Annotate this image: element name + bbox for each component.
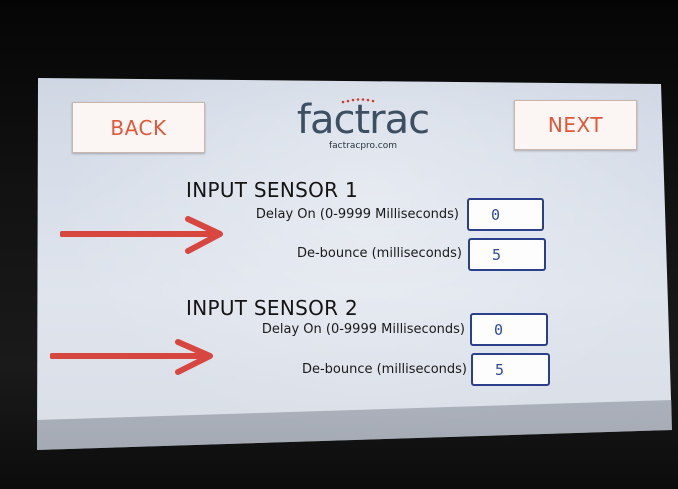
sensor-2-delay-input[interactable]: 0 bbox=[470, 313, 548, 346]
back-button-label: BACK bbox=[110, 115, 167, 140]
sensor-2-delay-label: Delay On (0-9999 Milliseconds) bbox=[261, 322, 465, 337]
sensor-2-delay-value: 0 bbox=[494, 320, 504, 339]
sensor-1-title: INPUT SENSOR 1 bbox=[186, 178, 359, 202]
logo-url: factracpro.com bbox=[329, 141, 397, 151]
sensor-1-delay-label: Delay On (0-9999 Milliseconds) bbox=[255, 207, 459, 222]
factrac-logo: factrac factracpro.com bbox=[288, 96, 438, 158]
next-button-label: NEXT bbox=[547, 113, 604, 137]
sensor-2-debounce-value: 5 bbox=[495, 360, 505, 379]
sensor-1-delay-input[interactable]: 0 bbox=[467, 198, 544, 231]
back-button[interactable]: BACK bbox=[72, 102, 205, 153]
sensor-1-debounce-input[interactable]: 5 bbox=[468, 238, 546, 271]
sensor-2-debounce-input[interactable]: 5 bbox=[471, 353, 550, 386]
right-arrow-icon bbox=[60, 216, 223, 254]
next-button[interactable]: NEXT bbox=[514, 100, 637, 150]
sensor-1-debounce-label: De-bounce (milliseconds) bbox=[296, 246, 462, 261]
right-arrow-icon bbox=[50, 339, 213, 375]
sensor-2-title: INPUT SENSOR 2 bbox=[186, 296, 359, 320]
logo-wordmark: factrac bbox=[296, 97, 430, 143]
sensor-2-debounce-label: De-bounce (milliseconds) bbox=[301, 362, 467, 377]
sensor-1-debounce-value: 5 bbox=[492, 245, 502, 264]
sensor-1-delay-value: 0 bbox=[491, 205, 501, 224]
